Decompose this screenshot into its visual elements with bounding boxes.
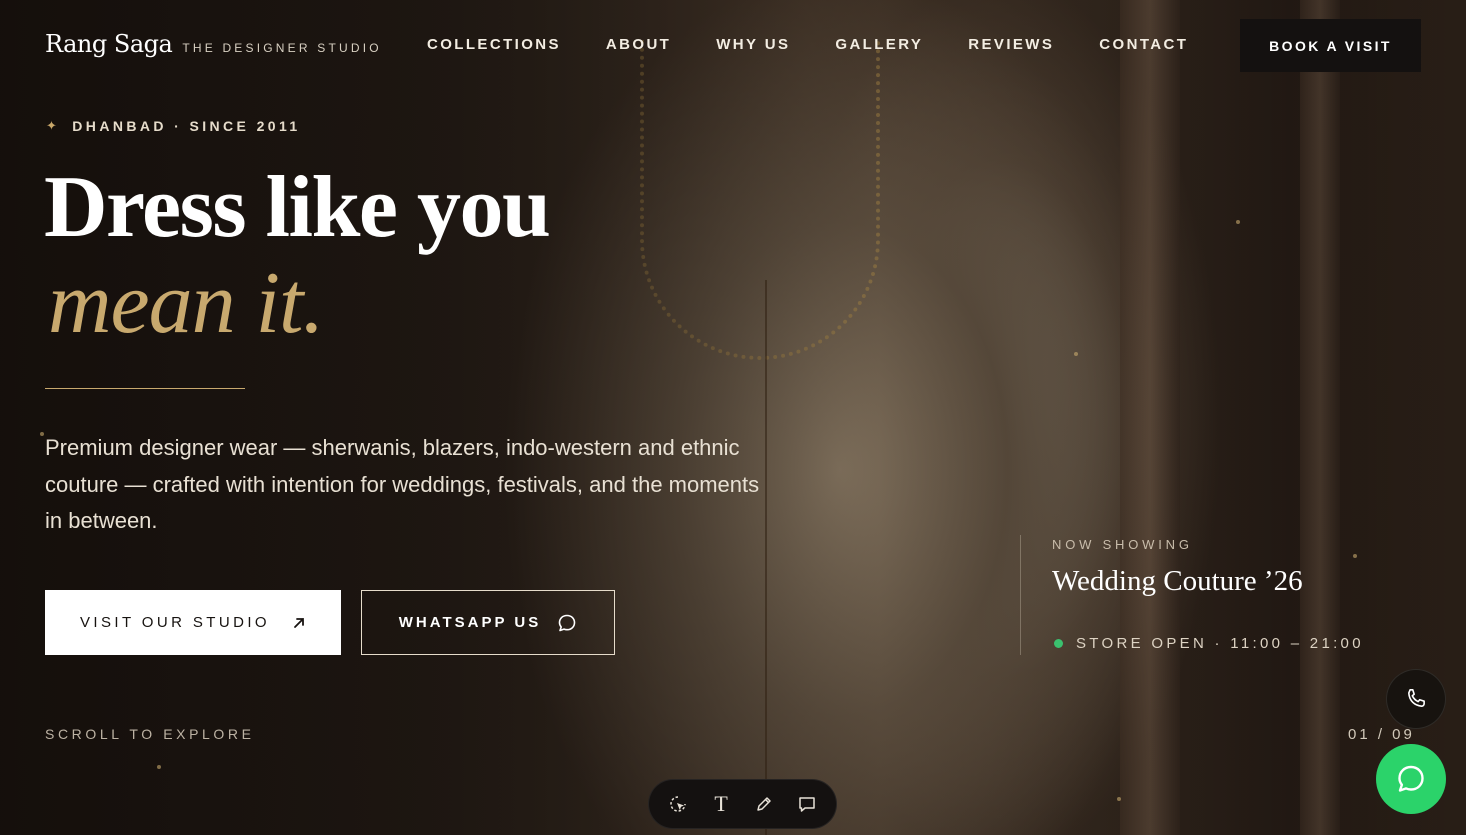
select-icon[interactable] bbox=[660, 786, 696, 822]
now-showing-label: NOW SHOWING bbox=[1052, 537, 1193, 552]
sparkle-dot bbox=[1117, 797, 1121, 801]
now-showing-panel: NOW SHOWING Wedding Couture ’26 STORE OP… bbox=[1020, 535, 1400, 655]
scroll-hint: SCROLL TO EXPLORE bbox=[45, 726, 255, 742]
nav-why-us[interactable]: WHY US bbox=[716, 36, 790, 53]
now-showing-title[interactable]: Wedding Couture ’26 bbox=[1052, 565, 1303, 598]
text-tool-glyph: T bbox=[714, 791, 728, 816]
arrow-up-right-icon bbox=[294, 617, 304, 628]
sparkle-dot bbox=[1236, 220, 1240, 224]
nav-contact[interactable]: CONTACT bbox=[1099, 36, 1188, 53]
sparkle-dot bbox=[1074, 352, 1078, 356]
store-status-text: STORE OPEN · 11:00 – 21:00 bbox=[1076, 635, 1364, 652]
sparkle-icon: ✦ bbox=[46, 118, 61, 133]
store-status: STORE OPEN · 11:00 – 21:00 bbox=[1054, 635, 1364, 652]
hero-headline: Dress like you bbox=[44, 159, 551, 256]
text-icon[interactable]: T bbox=[703, 786, 739, 822]
visit-studio-label: VISIT OUR STUDIO bbox=[80, 614, 270, 631]
comment-icon[interactable] bbox=[789, 786, 825, 822]
status-dot-icon bbox=[1054, 639, 1063, 648]
nav-about[interactable]: ABOUT bbox=[606, 36, 671, 53]
nav-collections[interactable]: COLLECTIONS bbox=[427, 36, 561, 53]
whatsapp-icon bbox=[1398, 765, 1424, 792]
location-eyebrow: ✦ DHANBAD · SINCE 2011 bbox=[46, 118, 301, 134]
book-a-visit-button[interactable]: BOOK A VISIT bbox=[1240, 19, 1421, 72]
eyebrow-text: DHANBAD · SINCE 2011 bbox=[72, 118, 301, 134]
garment-placket bbox=[765, 280, 767, 835]
logo-tagline: THE DESIGNER STUDIO bbox=[182, 41, 382, 55]
door-frame bbox=[1300, 0, 1340, 835]
call-button[interactable] bbox=[1386, 669, 1446, 729]
logo-name: Rang Saga bbox=[45, 30, 173, 58]
edit-toolbar: T bbox=[648, 779, 837, 829]
site-header: Rang Saga THE DESIGNER STUDIO COLLECTION… bbox=[0, 0, 1466, 90]
chat-bubble-icon bbox=[558, 614, 576, 631]
sparkle-dot bbox=[40, 432, 44, 436]
whatsapp-us-button[interactable]: WHATSAPP US bbox=[361, 590, 615, 655]
whatsapp-us-label: WHATSAPP US bbox=[398, 614, 542, 631]
gold-divider bbox=[45, 388, 245, 389]
slide-counter: 01 / 09 bbox=[1348, 726, 1415, 743]
nav-gallery[interactable]: GALLERY bbox=[835, 36, 923, 53]
door-frame bbox=[1120, 0, 1180, 835]
nav-reviews[interactable]: REVIEWS bbox=[968, 36, 1054, 53]
phone-icon bbox=[1408, 688, 1425, 707]
visit-studio-button[interactable]: VISIT OUR STUDIO bbox=[45, 590, 341, 655]
whatsapp-float-button[interactable] bbox=[1376, 744, 1446, 814]
sparkle-dot bbox=[157, 765, 161, 769]
logo[interactable]: Rang Saga THE DESIGNER STUDIO bbox=[45, 30, 382, 58]
main-nav: COLLECTIONS ABOUT WHY US GALLERY REVIEWS… bbox=[427, 36, 1188, 53]
hero-description: Premium designer wear — sherwanis, blaze… bbox=[45, 435, 760, 533]
pencil-icon[interactable] bbox=[746, 786, 782, 822]
hero-headline-accent: mean it. bbox=[48, 255, 325, 352]
